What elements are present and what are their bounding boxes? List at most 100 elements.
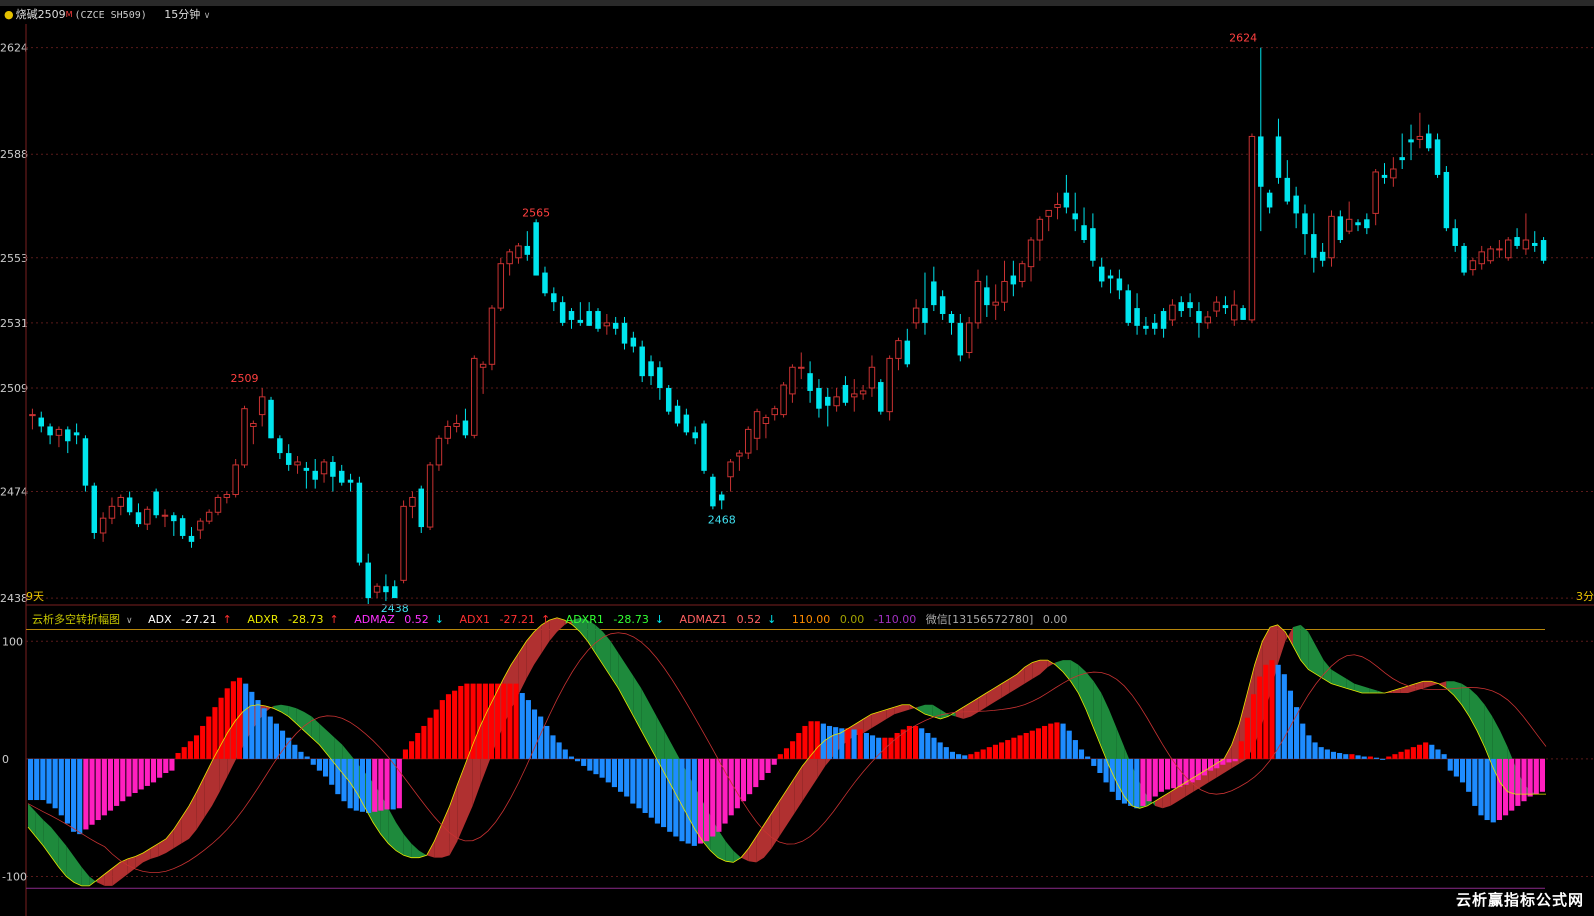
candle-body-up	[29, 414, 36, 417]
legend-admaz-value: 0.52	[404, 613, 429, 626]
legend-adxr-label: ADXR	[247, 613, 279, 626]
candle-body-up	[161, 514, 169, 517]
indicator-bar	[1140, 758, 1146, 806]
candle-body-up	[400, 505, 407, 581]
indicator-band-segment	[1423, 681, 1431, 689]
indicator-band-segment	[1369, 688, 1378, 694]
indicator-bar	[476, 683, 482, 759]
indicator-band-segment	[1009, 674, 1017, 694]
candle-body-up	[294, 461, 301, 466]
candle-body-up	[409, 496, 416, 507]
candle-body-down	[621, 322, 628, 344]
chart-canvas[interactable]: 2624 2588 2553 2531 2509 2474 2438 2509 2438 256…	[0, 0, 1594, 916]
indicator-bar	[826, 725, 833, 759]
watermark: 云析赢指标公式网	[1455, 891, 1584, 909]
indicator-bar	[1318, 747, 1324, 759]
indicator-band-segment	[1323, 660, 1332, 684]
indicator-bar	[28, 758, 34, 801]
candle-body-down	[922, 308, 928, 323]
indicator-band-segment	[641, 688, 649, 745]
candle-body-up	[471, 357, 478, 436]
indicator-bar	[1306, 735, 1312, 759]
candle-body-down	[1134, 308, 1140, 326]
indicator-bar	[1404, 749, 1410, 759]
indicator-bar	[704, 758, 710, 842]
indicator-bar	[747, 758, 753, 795]
indicator-bar	[150, 758, 157, 783]
candle-body-down	[1090, 228, 1096, 261]
indicator-bar	[956, 754, 962, 759]
indicator-bar	[550, 735, 556, 759]
indicator-bar	[814, 721, 820, 759]
indicator-band-segment	[1316, 645, 1324, 679]
candle-body-up	[1504, 239, 1512, 259]
candle-body-down	[1063, 192, 1070, 208]
candle-body-down	[91, 485, 98, 533]
indicator-bar	[372, 758, 378, 812]
indicator-bar	[710, 758, 716, 837]
candle-body-down	[312, 470, 318, 480]
candle-body-down	[1107, 275, 1114, 279]
indicator-band-segment	[633, 676, 642, 731]
indicator-bar	[316, 758, 322, 771]
legend-admaz-label: ADMAZ	[354, 613, 395, 626]
indicator-bar	[1035, 728, 1042, 759]
candle-body-down	[47, 426, 53, 436]
indicator-name[interactable]: 云析多空转折幅图 ∨	[32, 613, 139, 626]
indicator-bar	[433, 709, 439, 759]
legend-level-high: 110.00	[791, 613, 831, 626]
indicator-bar	[507, 683, 513, 759]
candle-body-down	[188, 535, 195, 542]
indicator-bar	[126, 758, 132, 797]
indicator-tick-label: 0	[2, 753, 9, 766]
legend-adxr1: ADXR1 -28.73 ↓	[566, 613, 670, 626]
indicator-bar	[1392, 754, 1398, 759]
indicator-band-segment	[311, 716, 320, 745]
candle-body-down	[807, 373, 813, 391]
indicator-band-segment	[127, 856, 136, 875]
indicator-bar	[390, 758, 396, 810]
candle-body-down	[1434, 139, 1441, 175]
indicator-bar	[1238, 741, 1244, 759]
candle-body-up	[1496, 248, 1503, 251]
indicator-bar	[734, 758, 740, 809]
indicator-band-segment	[74, 856, 82, 886]
indicator-bar	[169, 758, 175, 771]
legend-adx-value: -27.21	[181, 613, 217, 626]
candle-body-down	[1399, 157, 1405, 161]
indicator-bar	[1484, 758, 1490, 821]
indicator-bar	[1515, 758, 1521, 806]
indicator-bar	[919, 728, 925, 759]
candle-body-up	[197, 520, 204, 531]
indicator-band-segment	[1331, 669, 1339, 686]
legend-adx1-value: -27.21	[499, 613, 535, 626]
candle-body-down	[1125, 290, 1131, 323]
indicator-bar	[999, 742, 1005, 759]
indicator-bar	[1023, 733, 1029, 759]
candle-body-down	[984, 287, 990, 306]
indicator-bar	[1343, 754, 1349, 759]
indicator-bar	[1496, 758, 1502, 821]
candle-body-down	[135, 512, 142, 525]
indicator-bar	[740, 758, 747, 802]
legend-wechat-value: 0.00	[1042, 613, 1068, 626]
candle-body-up	[727, 461, 734, 478]
indicator-bar	[1300, 723, 1306, 759]
candle-body-up	[426, 464, 434, 528]
candle-body-down	[1098, 266, 1105, 282]
indicator-bar	[605, 758, 611, 783]
indicator-bar	[1128, 758, 1134, 806]
indicator-bar	[1029, 730, 1035, 759]
indicator-bar	[298, 751, 304, 759]
indicator-band-segment	[917, 704, 925, 715]
indicator-bar	[765, 758, 771, 773]
candle-body-down	[303, 467, 310, 471]
candle-body-down	[1160, 311, 1167, 329]
candle-body-down	[1302, 213, 1308, 235]
candle-body-down	[365, 562, 371, 599]
indicator-bar	[286, 737, 292, 759]
candle-body-up	[895, 340, 902, 359]
candle-body-down	[710, 476, 716, 507]
indicator-bar	[1097, 758, 1103, 773]
candle-body-down	[568, 311, 575, 320]
